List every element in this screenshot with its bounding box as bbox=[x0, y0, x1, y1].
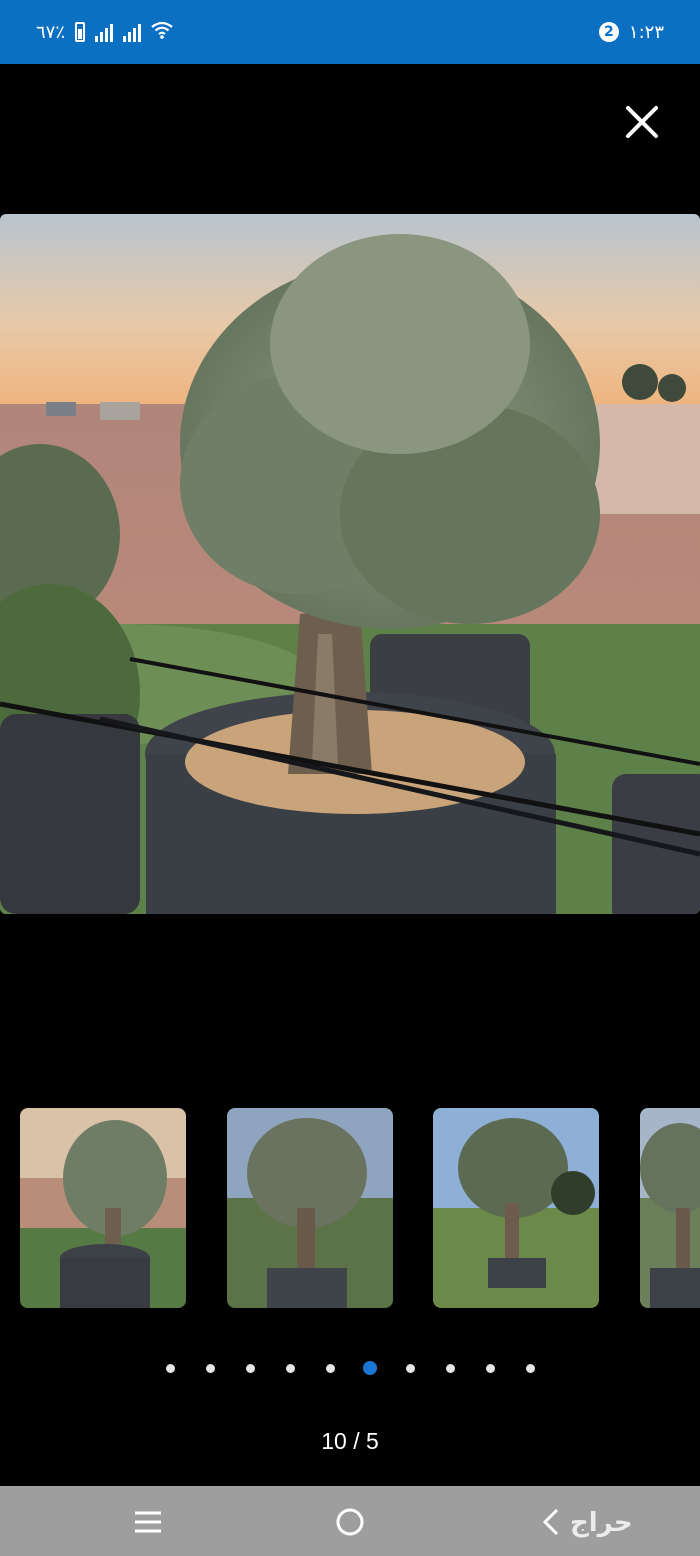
battery-percent: ٦٧٪ bbox=[36, 21, 66, 43]
pagination-dot-active[interactable] bbox=[363, 1361, 377, 1375]
close-icon bbox=[626, 106, 658, 138]
thumbnail-strip bbox=[20, 1108, 700, 1308]
image-viewer-screen: ٦٧٪ 2 ١:٢٣ 10 / 5 حراج bbox=[0, 0, 700, 1556]
thumbnail-3[interactable] bbox=[433, 1108, 599, 1308]
thumbnail-1[interactable] bbox=[20, 1108, 186, 1308]
status-bar: ٦٧٪ 2 ١:٢٣ bbox=[0, 0, 700, 64]
main-image[interactable] bbox=[0, 214, 700, 914]
status-left: ٦٧٪ bbox=[36, 21, 173, 43]
back-icon bbox=[542, 1508, 559, 1536]
pagination-dot[interactable] bbox=[325, 1364, 335, 1373]
pagination-dot[interactable] bbox=[285, 1364, 295, 1373]
pagination-dot[interactable] bbox=[405, 1364, 415, 1373]
menu-icon bbox=[135, 1511, 161, 1533]
image-counter: 10 / 5 bbox=[321, 1428, 379, 1454]
pagination-dot[interactable] bbox=[205, 1364, 215, 1373]
pagination-dot[interactable] bbox=[525, 1364, 535, 1373]
status-right: 2 ١:٢٣ bbox=[598, 21, 664, 43]
wifi-icon bbox=[151, 21, 173, 43]
home-icon bbox=[336, 1508, 364, 1536]
signal-icon bbox=[95, 22, 114, 42]
thumbnail-4[interactable] bbox=[640, 1108, 700, 1308]
haraj-watermark: حراج bbox=[570, 1508, 633, 1538]
signal-icon bbox=[123, 22, 142, 42]
thumbnail-2[interactable] bbox=[227, 1108, 393, 1308]
navigation-bar: حراج bbox=[0, 1486, 700, 1556]
notification-badge: 2 bbox=[598, 22, 619, 42]
pagination-dot[interactable] bbox=[485, 1364, 495, 1373]
pagination-dot[interactable] bbox=[165, 1364, 175, 1373]
pagination-dot[interactable] bbox=[245, 1364, 255, 1373]
back-button[interactable] bbox=[533, 1504, 569, 1540]
pagination-dots bbox=[0, 1360, 700, 1376]
battery-icon bbox=[75, 22, 86, 42]
close-button[interactable] bbox=[620, 100, 664, 144]
home-button[interactable] bbox=[332, 1504, 368, 1540]
pagination-dot[interactable] bbox=[445, 1364, 455, 1373]
status-time: ١:٢٣ bbox=[628, 21, 664, 43]
recent-apps-button[interactable] bbox=[130, 1504, 166, 1540]
